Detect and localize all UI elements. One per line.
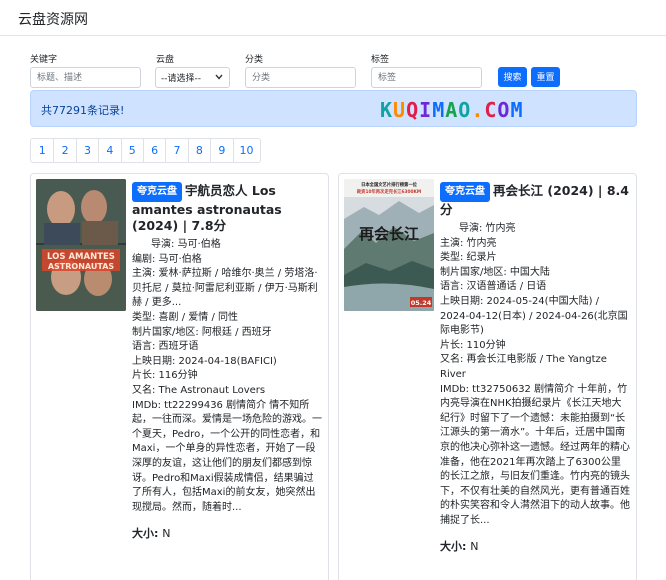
card-body: 夸克云盘 再会长江 (2024) | 8.4分 导演: 竹内亮 主演: 竹内亮 类… xyxy=(440,182,630,554)
movie-director: 导演: 马可·伯格 xyxy=(151,239,221,250)
movie-runtime: 片长: 116分钟 xyxy=(132,370,198,382)
movie-poster[interactable]: LOS AMANTES ASTRONAUTAS xyxy=(36,179,126,311)
page-link-4[interactable]: 4 xyxy=(98,139,120,162)
movie-country: 制片国家/地区: 阿根廷 / 西班牙 xyxy=(132,326,272,338)
page-link-1[interactable]: 1 xyxy=(31,139,53,162)
file-size-label: 大小: xyxy=(132,527,159,541)
movie-director: 导演: 竹内亮 xyxy=(459,223,516,234)
result-count-text: 共77291条记录! xyxy=(41,104,125,117)
watermark-letter: I xyxy=(419,98,433,122)
reset-button[interactable]: 重置 xyxy=(531,67,560,87)
watermark-letter: M xyxy=(510,98,524,122)
watermark-letter: K xyxy=(380,98,394,122)
watermark-letter: U xyxy=(393,98,407,122)
movie-title[interactable]: 夸克云盘 宇航员恋人 Los amantes astronautas (2024)… xyxy=(132,182,322,234)
drive-badge: 夸克云盘 xyxy=(440,182,490,202)
poster-title-line-2: ASTRONAUTAS xyxy=(48,262,115,271)
watermark-letter: M xyxy=(432,98,446,122)
watermark-letter: A xyxy=(445,98,459,122)
movie-genre: 类型: 纪录片 xyxy=(440,252,497,264)
page-link-9[interactable]: 9 xyxy=(210,139,232,162)
result-count-alert: 共77291条记录! KUQIMAO.COM xyxy=(30,90,637,127)
movie-synopsis: IMDb: tt22299436 剧情简介 情不知所起，一往而深。爱情是一场危险… xyxy=(132,399,322,513)
movie-aka: 又名: The Astronaut Lovers xyxy=(132,384,266,396)
drive-select[interactable]: --请选择-- xyxy=(155,67,230,88)
tag-label: 标签 xyxy=(371,55,390,65)
resource-card: LOS AMANTES ASTRONAUTAS 夸克云盘 宇航员恋人 Los am… xyxy=(30,173,329,580)
card-body: 夸克云盘 宇航员恋人 Los amantes astronautas (2024)… xyxy=(132,182,322,541)
movie-country: 制片国家/地区: 中国大陆 xyxy=(440,266,550,278)
watermark-letter: O xyxy=(497,98,511,122)
movie-release-date: 上映日期: 2024-04-18(BAFICI) xyxy=(132,355,277,367)
pagination: 1 2 3 4 5 6 7 8 9 10 xyxy=(30,138,261,163)
file-size: 大小: N xyxy=(132,525,322,541)
movie-title[interactable]: 夸克云盘 再会长江 (2024) | 8.4分 xyxy=(440,182,630,218)
file-size-value: N xyxy=(162,527,171,541)
movie-cast: 主演: 爱林·萨拉斯 / 哈维尔·奥兰 / 劳塔洛·贝托尼 / 莫拉·阿雷尼利亚… xyxy=(132,268,318,309)
poster-title: 再会长江 xyxy=(359,225,419,243)
page-link-10[interactable]: 10 xyxy=(232,139,260,162)
drive-label: 云盘 xyxy=(156,55,175,65)
movie-aka: 又名: 再会长江电影版 / The Yangtze River xyxy=(440,354,607,380)
movie-genre: 类型: 喜剧 / 爱情 / 同性 xyxy=(132,311,239,323)
search-button[interactable]: 搜索 xyxy=(498,67,527,87)
page-link-2[interactable]: 2 xyxy=(53,139,75,162)
movie-synopsis: IMDb: tt32750632 剧情简介 十年前，竹内亮导演在NHK拍摄纪录片… xyxy=(440,383,630,526)
movie-language: 语言: 西班牙语 xyxy=(132,341,199,353)
poster-title-line-1: LOS AMANTES xyxy=(47,252,115,262)
drive-badge: 夸克云盘 xyxy=(132,182,182,202)
navbar: 云盘资源网 xyxy=(0,0,666,36)
poster-tagline: 日本全国文艺片排行榜第一位 xyxy=(361,181,418,188)
category-label: 分类 xyxy=(245,55,264,65)
poster-tagline-2: 耗资10年再次走完长江6300KM xyxy=(357,188,421,195)
site-brand[interactable]: 云盘资源网 xyxy=(18,9,88,29)
page-link-7[interactable]: 7 xyxy=(165,139,187,162)
movie-poster[interactable]: 日本全国文艺片排行榜第一位 耗资10年再次走完长江6300KM 再会长江 05.… xyxy=(344,179,434,311)
file-size-value: N xyxy=(470,540,479,554)
watermark-letter: Q xyxy=(406,98,420,122)
movie-language: 语言: 汉语普通话 / 日语 xyxy=(440,281,547,293)
file-size-label: 大小: xyxy=(440,540,467,554)
tag-input[interactable] xyxy=(371,67,482,88)
page-link-5[interactable]: 5 xyxy=(120,139,143,162)
chevron-down-icon xyxy=(215,74,223,80)
movie-release-date: 上映日期: 2024-05-24(中国大陆) / 2024-04-12(日本) … xyxy=(440,295,628,337)
keyword-label: 关键字 xyxy=(30,55,58,65)
poster-date: 05.24 xyxy=(411,299,432,307)
watermark-letter: C xyxy=(484,98,498,122)
drive-select-value: --请选择-- xyxy=(161,74,201,84)
page-link-8[interactable]: 8 xyxy=(187,139,210,162)
page-link-6[interactable]: 6 xyxy=(142,139,165,162)
movie-runtime: 片长: 110分钟 xyxy=(440,339,506,351)
page-link-3[interactable]: 3 xyxy=(75,139,98,162)
watermark-logo: KUQIMAO.COM xyxy=(380,98,524,122)
keyword-input[interactable] xyxy=(30,67,141,88)
file-size: 大小: N xyxy=(440,538,630,554)
category-input[interactable] xyxy=(245,67,356,88)
resource-card: 日本全国文艺片排行榜第一位 耗资10年再次走完长江6300KM 再会长江 05.… xyxy=(338,173,637,580)
watermark-letter: O xyxy=(458,98,472,122)
movie-writer: 编剧: 马可·伯格 xyxy=(132,253,202,265)
watermark-letter: . xyxy=(471,98,485,122)
movie-cast: 主演: 竹内亮 xyxy=(440,237,497,249)
